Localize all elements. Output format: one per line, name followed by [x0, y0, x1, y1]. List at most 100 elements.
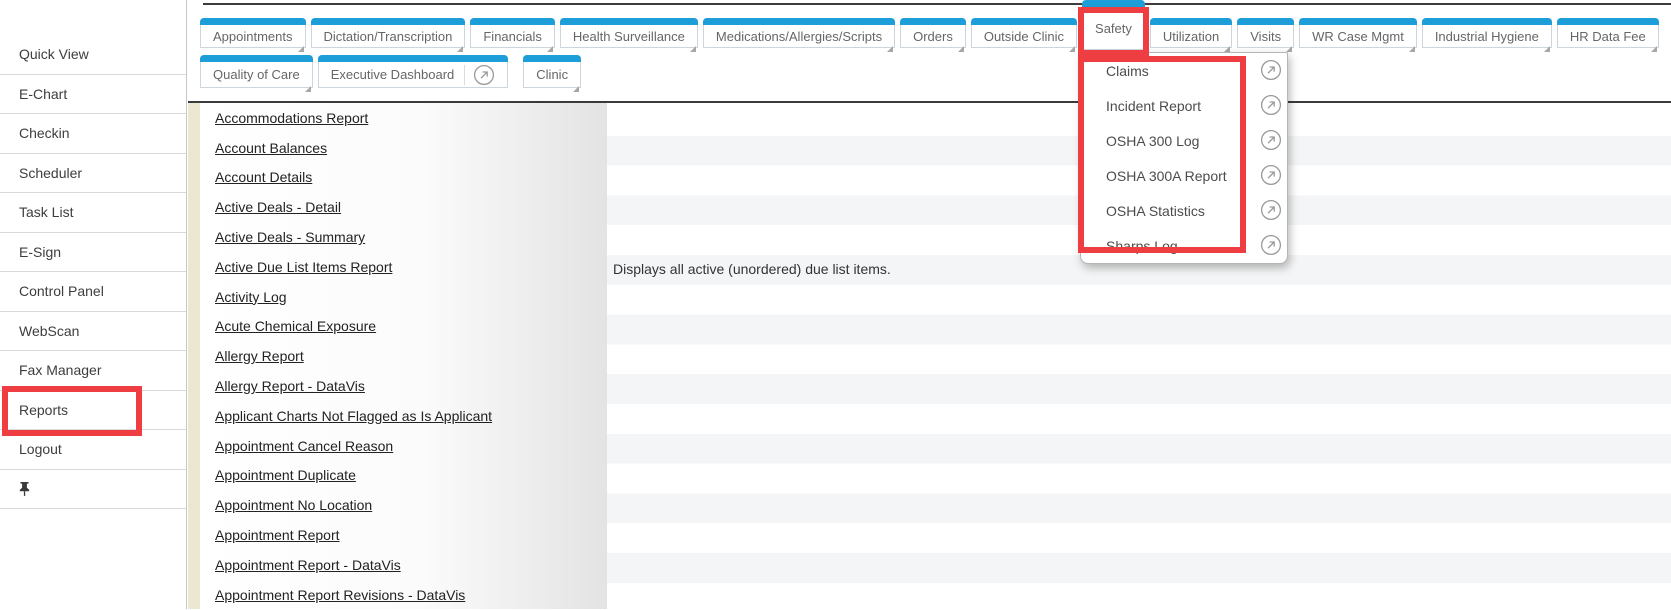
report-list-row: Active Deals - Summary: [200, 222, 607, 252]
sidebar-item-label: Control Panel: [19, 283, 104, 299]
menu-item-label: OSHA Statistics: [1106, 203, 1205, 219]
report-link[interactable]: Active Deals - Summary: [215, 229, 365, 245]
report-list-row: Allergy Report: [200, 341, 607, 371]
report-link[interactable]: Appointment Report - DataVis: [215, 557, 401, 573]
report-link[interactable]: Active Deals - Detail: [215, 199, 341, 215]
report-link[interactable]: Appointment No Location: [215, 497, 372, 513]
sidebar-item-label: Checkin: [19, 125, 70, 141]
module-tab[interactable]: Clinic: [523, 55, 581, 88]
tab-label: Industrial Hygiene: [1435, 29, 1539, 44]
menu-item-label: OSHA 300A Report: [1106, 168, 1227, 184]
report-link[interactable]: Accommodations Report: [215, 110, 368, 126]
open-in-new-circle-arrow-icon[interactable]: [1260, 234, 1282, 256]
sidebar-item[interactable]: Task List: [0, 193, 186, 233]
safety-menu-item[interactable]: Sharps Log: [1081, 228, 1287, 263]
main-area: Appointments Dictation/Transcription Fin…: [188, 0, 1671, 609]
sidebar-item-label: Fax Manager: [19, 362, 101, 378]
tab-label: Dictation/Transcription: [324, 29, 453, 44]
sidebar-item[interactable]: Scheduler: [0, 154, 186, 194]
safety-menu-item[interactable]: OSHA Statistics: [1081, 193, 1287, 228]
module-tab[interactable]: Appointments: [200, 18, 306, 48]
sidebar-item[interactable]: Logout: [0, 430, 186, 470]
dropdown-fold-icon: [958, 46, 964, 52]
menu-item-label: Claims: [1106, 63, 1149, 79]
module-tab[interactable]: Quality of Care: [200, 55, 313, 88]
tab-label: Executive Dashboard: [331, 67, 455, 82]
sidebar-item[interactable]: Control Panel: [0, 272, 186, 312]
module-tab[interactable]: Medications/Allergies/Scripts: [703, 18, 895, 48]
menu-item-label: Sharps Log: [1106, 238, 1178, 254]
tab-label: Utilization: [1163, 29, 1219, 44]
dropdown-fold-icon: [547, 46, 553, 52]
report-link[interactable]: Appointment Cancel Reason: [215, 438, 393, 454]
open-in-new-circle-arrow-icon[interactable]: [1260, 94, 1282, 116]
sidebar-item[interactable]: Quick View: [0, 35, 186, 75]
tab-inner-divider: [464, 65, 465, 85]
sidebar-top-spacer: [0, 0, 186, 35]
report-list-row: Applicant Charts Not Flagged as Is Appli…: [200, 401, 607, 431]
open-in-new-circle-arrow-icon[interactable]: [1260, 59, 1282, 81]
safety-dropdown-menu: Claims Incident Report: [1080, 52, 1288, 264]
report-link[interactable]: Applicant Charts Not Flagged as Is Appli…: [215, 408, 492, 424]
module-tab[interactable]: Visits: [1237, 18, 1294, 48]
report-link[interactable]: Account Balances: [215, 140, 327, 156]
tab-label: Appointments: [213, 29, 293, 44]
sidebar-item-label: WebScan: [19, 323, 79, 339]
dropdown-fold-icon: [1286, 46, 1292, 52]
menu-item-label: Incident Report: [1106, 98, 1201, 114]
open-in-new-circle-arrow-icon[interactable]: [1260, 164, 1282, 186]
report-link[interactable]: Acute Chemical Exposure: [215, 318, 376, 334]
open-in-new-circle-arrow-icon[interactable]: [1260, 199, 1282, 221]
safety-menu-item[interactable]: Claims: [1081, 53, 1287, 88]
report-list-row: Accommodations Report: [200, 103, 607, 133]
sidebar-item[interactable]: WebScan: [0, 312, 186, 352]
tab-safety[interactable]: Safety Claims: [1082, 0, 1145, 50]
report-list-row: Account Balances: [200, 133, 607, 163]
open-in-new-circle-arrow-icon[interactable]: [473, 64, 495, 86]
tab-label: Medications/Allergies/Scripts: [716, 29, 882, 44]
report-list-row: Appointment Duplicate: [200, 461, 607, 491]
sidebar-item[interactable]: Reports: [0, 391, 186, 431]
tab-label: Clinic: [536, 67, 568, 82]
module-tab[interactable]: Financials: [470, 18, 555, 48]
module-tab[interactable]: Industrial Hygiene: [1422, 18, 1552, 48]
report-list-row: Appointment No Location: [200, 490, 607, 520]
open-in-new-circle-arrow-icon[interactable]: [1260, 129, 1282, 151]
module-tab[interactable]: Orders: [900, 18, 966, 48]
dropdown-fold-icon: [1544, 46, 1550, 52]
module-tab[interactable]: HR Data Fee: [1557, 18, 1659, 48]
report-link[interactable]: Active Due List Items Report: [215, 259, 392, 275]
safety-menu-item[interactable]: OSHA 300A Report: [1081, 158, 1287, 193]
tab-executive-dashboard[interactable]: Executive Dashboard: [318, 55, 509, 88]
sidebar-item[interactable]: E-Chart: [0, 75, 186, 115]
sidebar-item[interactable]: Fax Manager: [0, 351, 186, 391]
report-link[interactable]: Appointment Report Revisions - DataVis: [215, 587, 465, 603]
module-tab-bar-row2: Quality of Care Executive Dashboard Clin…: [200, 55, 1671, 88]
module-tab[interactable]: Outside Clinic: [971, 18, 1077, 48]
module-tab[interactable]: Utilization: [1150, 18, 1232, 48]
dropdown-fold-icon: [305, 86, 311, 92]
report-list-row: Appointment Cancel Reason: [200, 431, 607, 461]
dropdown-fold-icon: [1409, 46, 1415, 52]
report-list-row: Account Details: [200, 163, 607, 193]
tab-label: Financials: [483, 29, 542, 44]
module-tab[interactable]: WR Case Mgmt: [1299, 18, 1417, 48]
report-link[interactable]: Account Details: [215, 169, 312, 185]
pushpin-icon[interactable]: [18, 481, 31, 497]
safety-menu-item[interactable]: OSHA 300 Log: [1081, 123, 1287, 158]
report-link[interactable]: Activity Log: [215, 289, 287, 305]
safety-menu-item[interactable]: Incident Report: [1081, 88, 1287, 123]
sidebar-item[interactable]: Checkin: [0, 114, 186, 154]
report-link[interactable]: Appointment Report: [215, 527, 340, 543]
report-list-row: Activity Log: [200, 282, 607, 312]
module-tab[interactable]: Dictation/Transcription: [311, 18, 466, 48]
report-link[interactable]: Appointment Duplicate: [215, 467, 356, 483]
sidebar-item-label: Scheduler: [19, 165, 82, 181]
sidebar-item[interactable]: E-Sign: [0, 233, 186, 273]
report-link[interactable]: Allergy Report - DataVis: [215, 378, 365, 394]
module-tab[interactable]: Health Surveillance: [560, 18, 698, 48]
report-link[interactable]: Allergy Report: [215, 348, 304, 364]
dropdown-fold-icon: [1069, 46, 1075, 52]
dropdown-fold-icon: [1651, 46, 1657, 52]
tab-label: Safety: [1095, 21, 1132, 36]
